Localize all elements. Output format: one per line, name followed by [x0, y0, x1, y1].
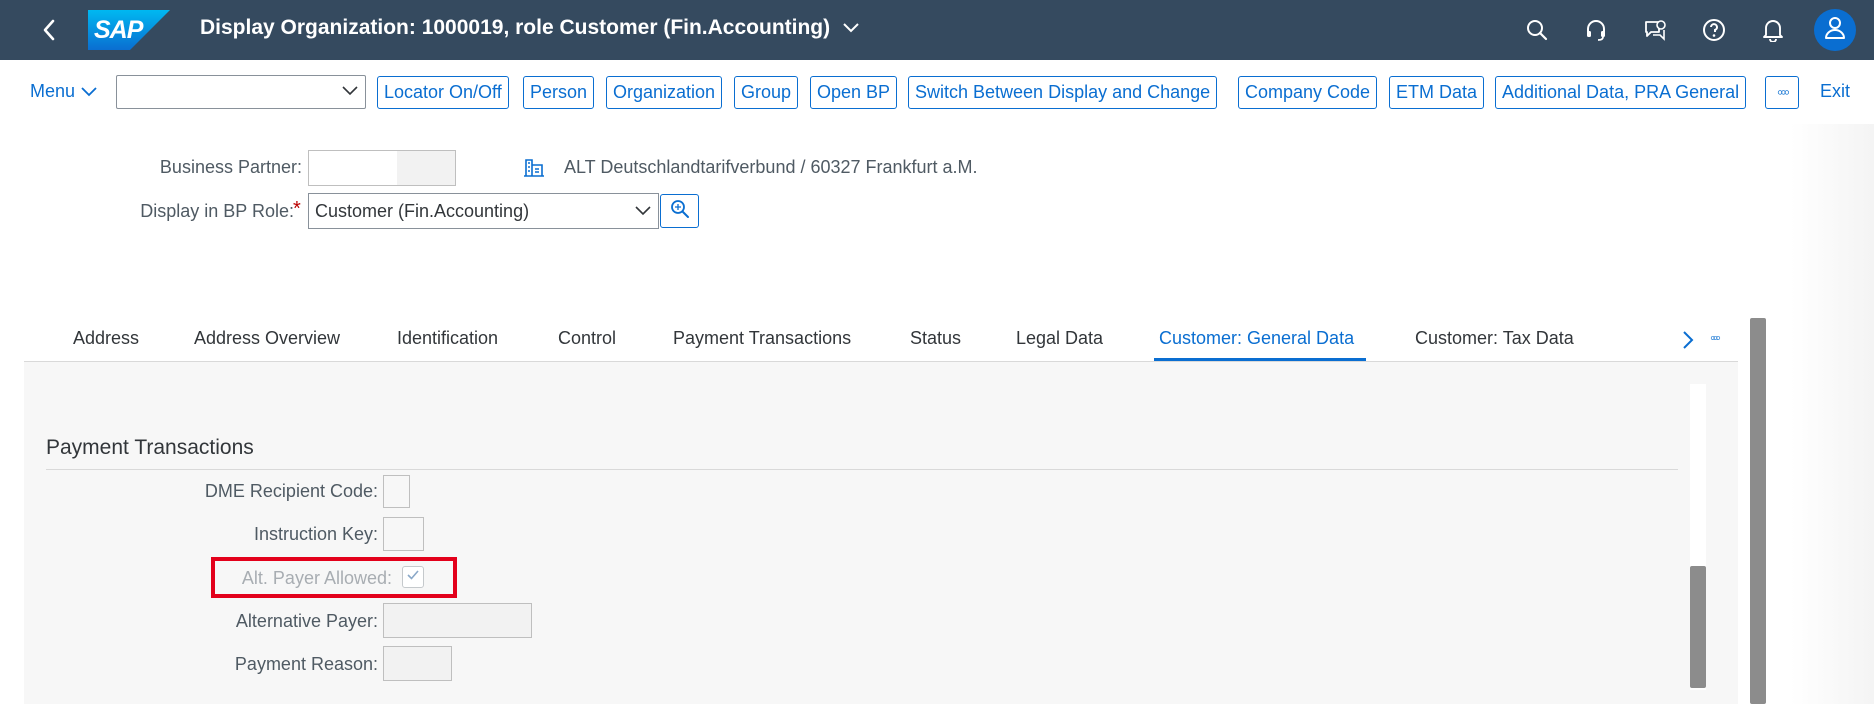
active-tab-indicator [1154, 358, 1366, 361]
back-icon[interactable] [34, 15, 64, 45]
sap-logo-text: SAP [94, 16, 143, 44]
role-value-help-button[interactable] [660, 194, 699, 228]
tab-address[interactable]: Address [73, 328, 139, 349]
bp-role-label: Display in BP Role: [140, 201, 294, 221]
tab-strip: Address Address Overview Identification … [24, 318, 1738, 362]
tab-overflow-button[interactable]: ◦◦◦ [1710, 330, 1721, 348]
etm-data-button[interactable]: ETM Data [1389, 76, 1485, 109]
dme-recipient-code-field[interactable] [383, 475, 410, 508]
application-toolbar: Menu Locator On/Off Person Organization … [0, 60, 1874, 124]
tab-customer-tax-data[interactable]: Customer: Tax Data [1415, 328, 1574, 349]
locator-toggle-button[interactable]: Locator On/Off [377, 76, 509, 109]
exit-button[interactable]: Exit [1820, 81, 1850, 102]
bp-role-value: Customer (Fin.Accounting) [315, 201, 530, 221]
person-button[interactable]: Person [523, 76, 595, 109]
chevron-down-icon [81, 81, 97, 102]
tab-legal-data[interactable]: Legal Data [1016, 328, 1103, 349]
chevron-down-icon[interactable] [634, 195, 652, 229]
organization-button[interactable]: Organization [606, 76, 723, 109]
section-title: Payment Transactions [46, 436, 254, 459]
alternative-payer-field[interactable] [383, 603, 532, 638]
zoom-search-icon [670, 199, 690, 224]
more-actions-button[interactable]: ◦◦◦ [1765, 76, 1799, 109]
tab-customer-general-data[interactable]: Customer: General Data [1159, 328, 1354, 349]
command-field-combo[interactable] [116, 75, 366, 109]
search-icon[interactable] [1507, 0, 1566, 60]
bp-role-select[interactable]: Customer (Fin.Accounting) [308, 193, 659, 229]
app-title-menu[interactable]: Display Organization: 1000019, role Cust… [200, 16, 860, 40]
chevron-down-icon[interactable] [341, 84, 359, 103]
tab-payment-transactions[interactable]: Payment Transactions [673, 328, 851, 349]
feedback-icon[interactable] [1625, 0, 1684, 60]
user-avatar[interactable] [1814, 9, 1856, 51]
tab-status[interactable]: Status [910, 328, 961, 349]
instruction-key-label: Instruction Key: [253, 524, 378, 544]
menu-label: Menu [30, 81, 76, 101]
payment-reason-field[interactable] [383, 646, 452, 681]
business-partner-label: Business Partner: [159, 157, 302, 177]
section-divider [46, 469, 1678, 470]
tab-identification[interactable]: Identification [397, 328, 498, 349]
dme-recipient-code-label: DME Recipient Code: [204, 481, 378, 501]
payment-reason-label: Payment Reason: [234, 654, 378, 674]
instruction-key-field[interactable] [383, 517, 424, 551]
user-icon [1824, 16, 1846, 45]
highlight-box [211, 557, 457, 598]
switch-display-change-button[interactable]: Switch Between Display and Change [908, 76, 1218, 109]
page-scrollbar[interactable] [1750, 318, 1766, 704]
help-icon[interactable] [1684, 0, 1743, 60]
notification-bell-icon[interactable] [1743, 0, 1802, 60]
sap-logo[interactable]: SAP [88, 10, 170, 50]
chevron-down-icon [842, 16, 860, 40]
content-scrollbar-thumb[interactable] [1690, 566, 1706, 688]
app-title: Display Organization: 1000019, role Cust… [200, 16, 831, 39]
organization-building-icon [523, 157, 545, 182]
group-button[interactable]: Group [734, 76, 799, 109]
tab-address-overview[interactable]: Address Overview [194, 328, 340, 349]
additional-data-button[interactable]: Additional Data, PRA General [1495, 76, 1747, 109]
right-edge-fade [1790, 124, 1874, 704]
alternative-payer-label: Alternative Payer: [235, 611, 378, 631]
shell-bar: SAP Display Organization: 1000019, role … [0, 0, 1874, 60]
headset-icon[interactable] [1566, 0, 1625, 60]
company-code-button[interactable]: Company Code [1238, 76, 1378, 109]
chevron-right-icon[interactable] [1682, 330, 1694, 355]
open-bp-button[interactable]: Open BP [810, 76, 898, 109]
menu-button[interactable]: Menu [30, 81, 97, 102]
tab-control[interactable]: Control [558, 328, 616, 349]
required-indicator: * [293, 198, 301, 220]
business-partner-description: ALT Deutschlandtarifverbund / 60327 Fran… [564, 157, 978, 177]
business-partner-field[interactable] [308, 150, 456, 186]
